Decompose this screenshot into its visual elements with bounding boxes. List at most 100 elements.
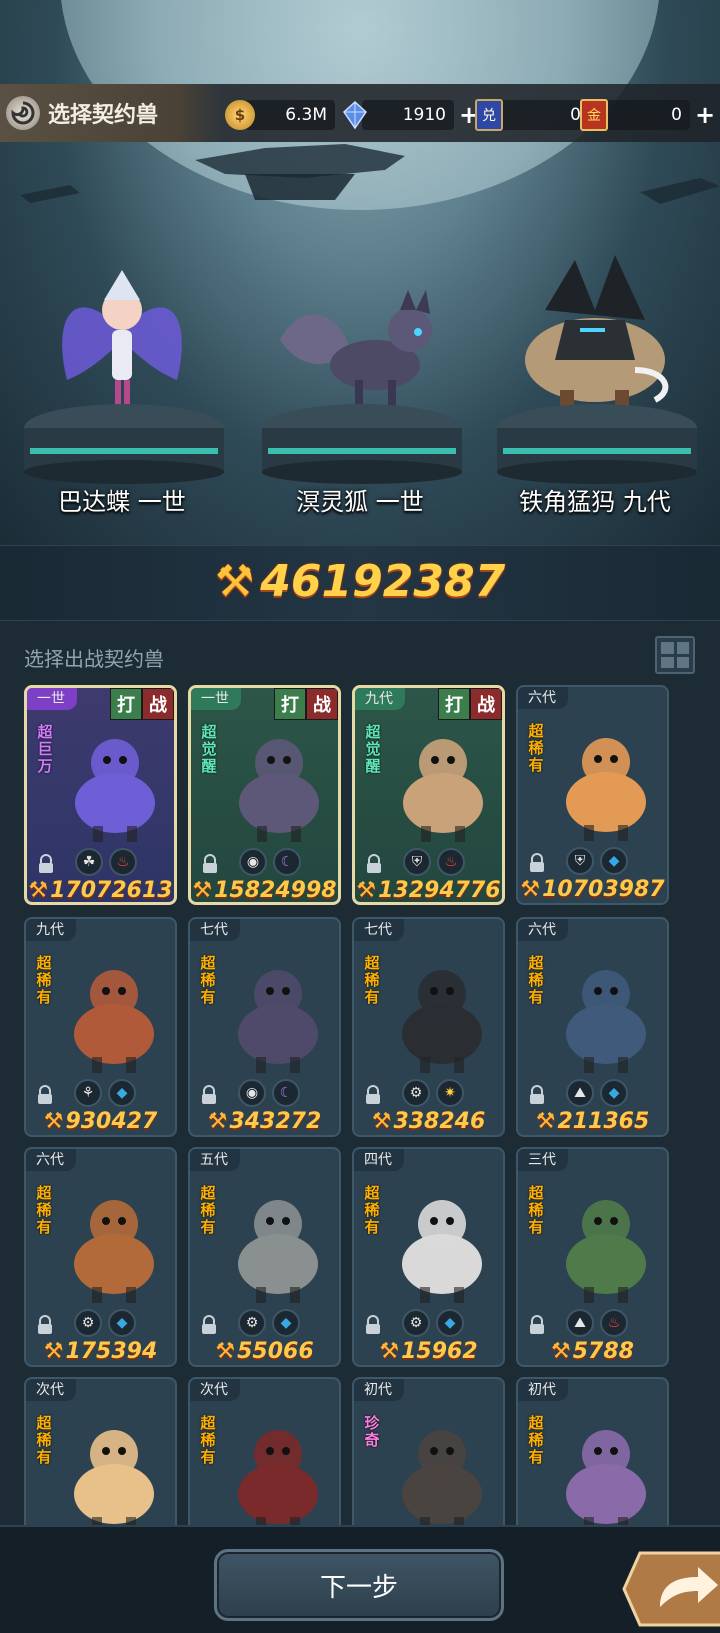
selected-pet-slot-2[interactable]: 溟灵狐 一世 — [250, 230, 470, 530]
rarity-label: 超稀有 — [200, 1184, 216, 1236]
power-bolt-icon: ⚒ — [43, 1339, 64, 1364]
beast-power: ⚒338246 — [354, 1109, 503, 1134]
beast-card[interactable]: 初代超稀有 — [516, 1377, 669, 1533]
grid-view-toggle-icon[interactable] — [655, 636, 695, 674]
beast-card[interactable]: 九代超稀有 ⚘ ◆ ⚒930427 — [24, 917, 177, 1137]
element-icon: ◆ — [600, 1079, 628, 1107]
beast-card[interactable]: 六代超稀有 ⛰ ◆ ⚒211365 — [516, 917, 669, 1137]
element-icon: ◉ — [238, 1079, 266, 1107]
add-gold-ticket-button[interactable]: + — [694, 101, 716, 129]
beast-power: ⚒13294776 — [355, 878, 502, 902]
power-bolt-icon: ⚒ — [28, 878, 49, 903]
beast-card[interactable]: 七代超稀有 ⚙ ✷ ⚒338246 — [352, 917, 505, 1137]
lock-icon[interactable] — [365, 854, 383, 874]
generation-tag: 六代 — [518, 919, 568, 941]
beast-card[interactable]: 一世打战超巨万 ☘ ♨ ⚒17072613 — [24, 685, 177, 905]
beast-card[interactable]: 次代超稀有 — [188, 1377, 341, 1533]
swirl-icon — [6, 96, 40, 130]
next-step-button[interactable]: 下一步 — [214, 1549, 504, 1621]
element-icon: ◉ — [239, 848, 267, 876]
element-icon: ◆ — [108, 1309, 136, 1337]
lock-icon[interactable] — [364, 1085, 382, 1105]
fight-badge: 打 — [438, 688, 470, 720]
crystal-amount: 1910 — [362, 100, 454, 130]
lock-icon[interactable] — [201, 854, 219, 874]
power-bolt-icon: ⚒ — [535, 1109, 556, 1134]
battle-badge: 战 — [470, 688, 502, 720]
gold-ticket-amount: 0 — [602, 100, 690, 130]
selected-pet-slot-3[interactable]: 铁角猛犸 九代 — [485, 230, 705, 530]
beast-card[interactable]: 九代打战超觉醒 ⛨ ♨ ⚒13294776 — [352, 685, 505, 905]
page-title-area: 选择契约兽 — [0, 84, 222, 142]
rarity-label: 超稀有 — [36, 1414, 52, 1466]
role-badges: 打战 — [110, 688, 174, 720]
beast-portrait — [402, 970, 482, 1073]
lock-icon[interactable] — [36, 1315, 54, 1335]
beast-card[interactable]: 三代超稀有 ⛰ ♨ ⚒5788 — [516, 1147, 669, 1367]
beast-power-value: 5788 — [572, 1339, 634, 1364]
generation-tag: 九代 — [355, 688, 405, 710]
share-arrow-button[interactable] — [620, 1547, 720, 1631]
lock-icon[interactable] — [200, 1315, 218, 1335]
element-attributes: ⚙ ◆ — [238, 1309, 300, 1337]
beast-portrait — [403, 739, 483, 842]
rarity-label: 超觉醒 — [365, 723, 381, 775]
beast-card[interactable]: 四代超稀有 ⚙ ◆ ⚒15962 — [352, 1147, 505, 1367]
role-badges: 打战 — [438, 688, 502, 720]
element-attributes: ◉ ☾ — [238, 1079, 300, 1107]
generation-tag: 一世 — [27, 688, 77, 710]
lock-icon[interactable] — [37, 854, 55, 874]
beast-card[interactable]: 次代超稀有 — [24, 1377, 177, 1533]
generation-tag: 初代 — [354, 1379, 404, 1401]
beast-power-value: 175394 — [65, 1339, 158, 1364]
beast-portrait — [566, 738, 646, 841]
beast-card[interactable]: 六代超稀有 ⛨ ◆ ⚒10703987 — [516, 685, 669, 905]
lock-icon[interactable] — [364, 1315, 382, 1335]
lock-icon[interactable] — [528, 1085, 546, 1105]
beast-power-value: 15962 — [401, 1339, 478, 1364]
beast-power-value: 930427 — [65, 1109, 158, 1134]
beast-power-value: 55066 — [237, 1339, 314, 1364]
generation-tag: 六代 — [26, 1149, 76, 1171]
beast-card[interactable]: 一世打战超觉醒 ◉ ☾ ⚒15824998 — [188, 685, 341, 905]
lock-icon[interactable] — [36, 1085, 54, 1105]
lock-icon[interactable] — [528, 853, 546, 873]
beast-power: ⚒10703987 — [518, 877, 667, 902]
element-attributes: ◉ ☾ — [239, 848, 301, 876]
beast-power: ⚒15824998 — [191, 878, 338, 903]
beast-power: ⚒15962 — [354, 1339, 503, 1364]
beast-portrait — [402, 1200, 482, 1303]
airship-silhouette — [195, 144, 405, 200]
element-icon: ☘ — [75, 848, 103, 876]
beast-card[interactable]: 六代超稀有 ⚙ ◆ ⚒175394 — [24, 1147, 177, 1367]
beast-card[interactable]: 五代超稀有 ⚙ ◆ ⚒55066 — [188, 1147, 341, 1367]
pedestal — [497, 404, 697, 484]
beast-card[interactable]: 初代珍奇 — [352, 1377, 505, 1533]
element-attributes: ⛰ ◆ — [566, 1079, 628, 1107]
gold-ticket-resource: 金 0 + — [580, 99, 716, 131]
selected-pet-name: 铁角猛犸 九代 — [519, 488, 671, 516]
element-attributes: ⚙ ◆ — [402, 1309, 464, 1337]
gold-amount: 6.3M — [245, 100, 335, 130]
rarity-label: 超稀有 — [528, 722, 544, 774]
pedestal — [262, 404, 462, 484]
blue-ticket-icon: 兑 — [475, 99, 503, 131]
beast-power-value: 343272 — [229, 1109, 322, 1134]
lock-icon[interactable] — [200, 1085, 218, 1105]
lock-icon[interactable] — [528, 1315, 546, 1335]
element-attributes: ⚘ ◆ — [74, 1079, 136, 1107]
element-attributes: ☘ ♨ — [75, 848, 137, 876]
beast-power: ⚒930427 — [26, 1109, 175, 1134]
gold-coin-icon: $ — [225, 100, 255, 130]
crystal-resource: 1910 + — [340, 100, 480, 130]
selected-pet-slot-1[interactable]: 巴达蝶 一世 — [12, 230, 232, 530]
pedestal — [24, 404, 224, 484]
beast-portrait — [74, 1430, 154, 1533]
beast-power-value: 15824998 — [214, 878, 337, 903]
crystal-icon — [343, 100, 367, 130]
beast-card[interactable]: 七代超稀有 ◉ ☾ ⚒343272 — [188, 917, 341, 1137]
selected-pet-name: 巴达蝶 一世 — [58, 488, 186, 516]
beast-power: ⚒55066 — [190, 1339, 339, 1364]
rarity-label: 超稀有 — [200, 1414, 216, 1466]
beast-portrait — [238, 1430, 318, 1533]
